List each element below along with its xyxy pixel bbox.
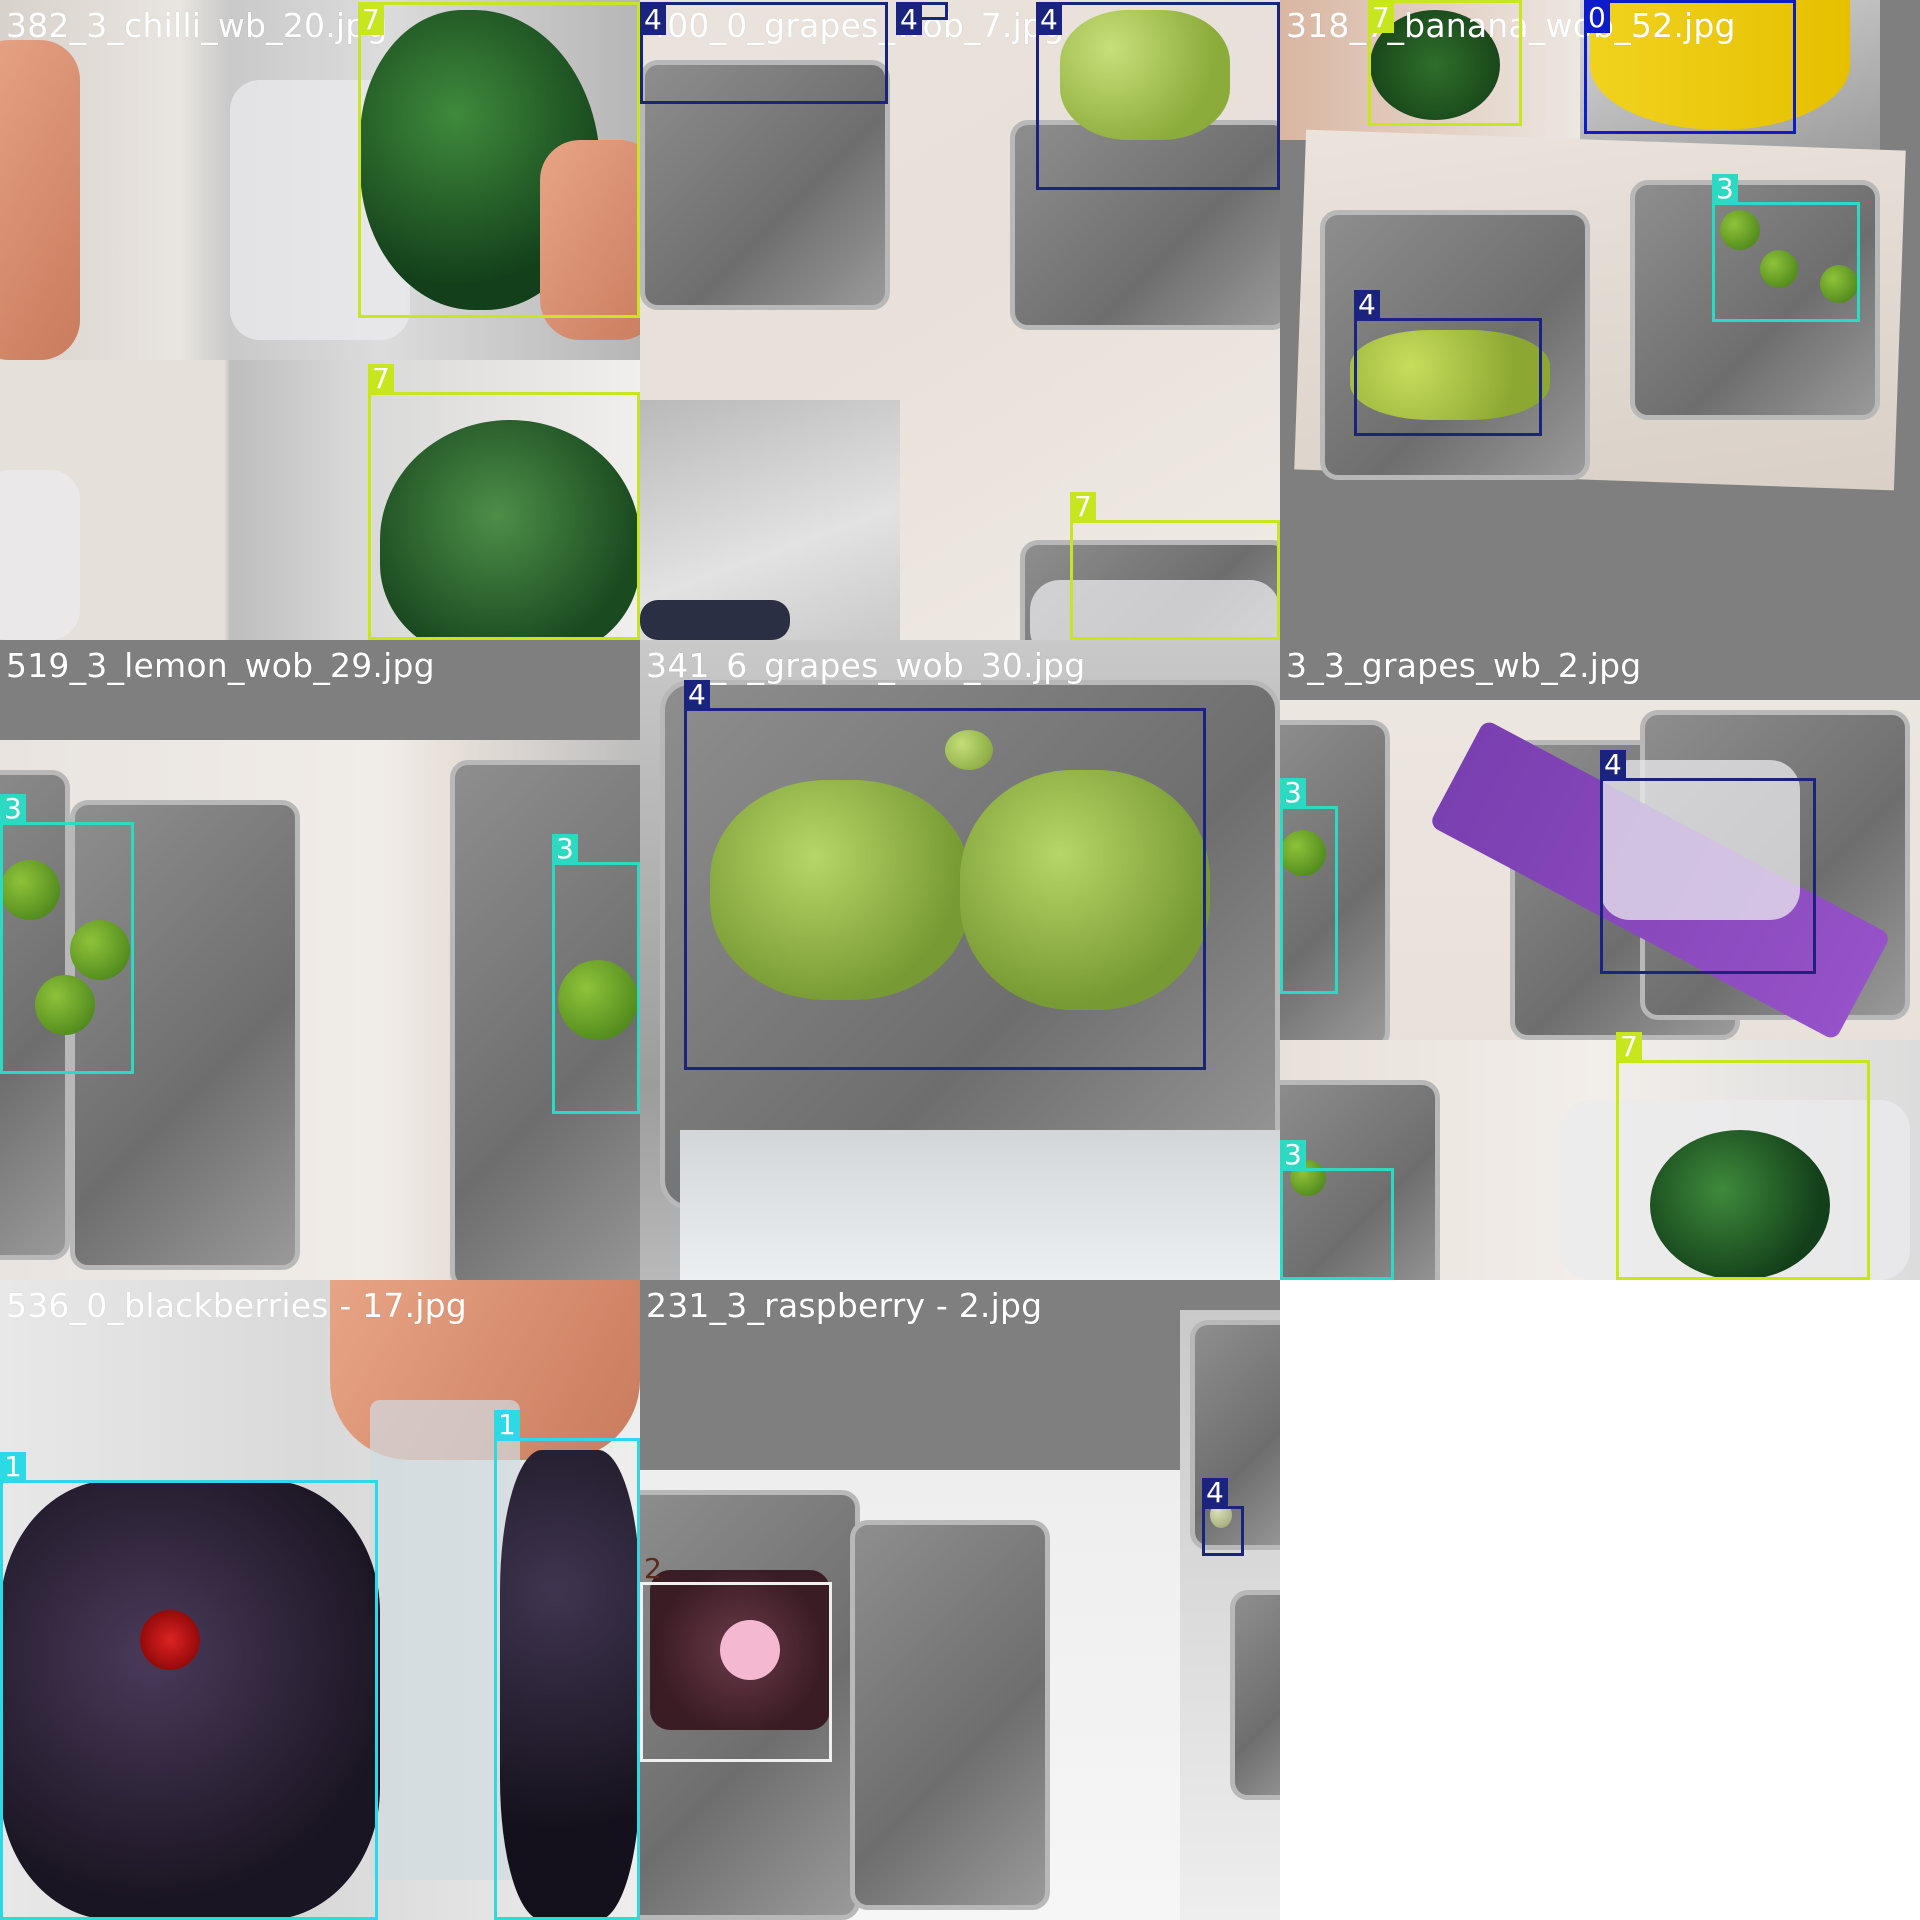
bounding-box: 3 xyxy=(1712,174,1860,322)
class-label: 4 xyxy=(1600,750,1626,780)
photo-panel xyxy=(640,600,790,640)
mosaic-tile-grapes: 400_0_grapes_wob_7.jpg 4 4 4 7 xyxy=(640,0,1280,640)
bounding-box: 3 xyxy=(1280,778,1338,994)
bounding-box: 1 xyxy=(494,1410,640,1920)
tile-filename: 341_6_grapes_wob_30.jpg xyxy=(646,646,1086,685)
tile-filename: 3_3_grapes_wb_2.jpg xyxy=(1286,646,1642,685)
bounding-box: 4 xyxy=(896,2,948,35)
class-label: 1 xyxy=(0,1452,26,1482)
class-label: 7 xyxy=(358,5,384,35)
class-label: 3 xyxy=(1712,174,1738,204)
class-label: 3 xyxy=(0,794,26,824)
bounding-box: 7 xyxy=(1616,1032,1870,1280)
bounding-box: 0 xyxy=(1584,0,1796,134)
class-label: 4 xyxy=(640,5,666,35)
tile-filename: 536_0_blackberries - 17.jpg xyxy=(6,1286,467,1325)
class-label: 4 xyxy=(1354,290,1380,320)
bounding-box: 3 xyxy=(1280,1140,1394,1280)
class-label: 1 xyxy=(494,1410,520,1440)
mosaic-tile-grapes: 341_6_grapes_wob_30.jpg 4 xyxy=(640,640,1280,1280)
class-label: 3 xyxy=(1280,778,1306,808)
bounding-box: 3 xyxy=(0,794,134,1074)
plastic-bag xyxy=(0,470,80,640)
mosaic-tile-blackberries: 536_0_blackberries - 17.jpg 1 1 xyxy=(0,1280,640,1920)
tile-filename: 231_3_raspberry - 2.jpg xyxy=(646,1286,1043,1325)
bounding-box: 1 xyxy=(0,1452,378,1920)
class-label: 4 xyxy=(1202,1478,1228,1508)
bounding-box: 4 xyxy=(1600,750,1816,974)
photo-panel xyxy=(680,1130,1280,1280)
bounding-box: 4 xyxy=(1202,1478,1244,1556)
bounding-box: 4 xyxy=(640,2,888,104)
mosaic-tile-lemon: 519_3_lemon_wob_29.jpg 3 3 xyxy=(0,640,640,1280)
class-label: 7 xyxy=(368,364,394,394)
bounding-box: 7 xyxy=(368,364,640,640)
baking-tray xyxy=(1230,1590,1280,1800)
bounding-box: 3 xyxy=(552,834,640,1114)
bounding-box: 7 xyxy=(358,2,640,318)
class-label: 7 xyxy=(1368,3,1394,33)
class-label: 4 xyxy=(896,5,922,35)
class-label: 4 xyxy=(684,680,710,710)
mosaic-tile-banana: 318_7_banana_wob_52.jpg 7 0 3 4 xyxy=(1280,0,1920,640)
baking-tray xyxy=(850,1520,1050,1910)
tile-filename: 382_3_chilli_wb_20.jpg xyxy=(6,6,388,45)
tile-filename: 519_3_lemon_wob_29.jpg xyxy=(6,646,435,685)
training-batch-mosaic: 382_3_chilli_wb_20.jpg 7 7 400_0_grapes_… xyxy=(0,0,1920,1920)
bounding-box: 4 xyxy=(1036,2,1280,190)
hand xyxy=(0,40,80,360)
class-label: 7 xyxy=(1616,1032,1642,1062)
class-label: 4 xyxy=(1036,5,1062,35)
tile-photo xyxy=(1180,1310,1280,1920)
bounding-box: 4 xyxy=(1354,290,1542,436)
bounding-box: 2 xyxy=(640,1554,832,1762)
bounding-box: 7 xyxy=(1070,492,1280,640)
class-label: 2 xyxy=(644,1552,662,1585)
class-label: 3 xyxy=(552,834,578,864)
bounding-box: 4 xyxy=(684,680,1206,1070)
class-label: 3 xyxy=(1280,1140,1306,1170)
class-label: 7 xyxy=(1070,492,1096,522)
class-label: 0 xyxy=(1584,3,1610,33)
mosaic-tile-chilli: 382_3_chilli_wb_20.jpg 7 7 xyxy=(0,0,640,640)
bounding-box: 7 xyxy=(1368,0,1522,126)
mosaic-tile-raspberry: 231_3_raspberry - 2.jpg 2 4 xyxy=(640,1280,1280,1920)
mosaic-tile-grapes: 3_3_grapes_wb_2.jpg 4 3 7 3 xyxy=(1280,640,1920,1280)
